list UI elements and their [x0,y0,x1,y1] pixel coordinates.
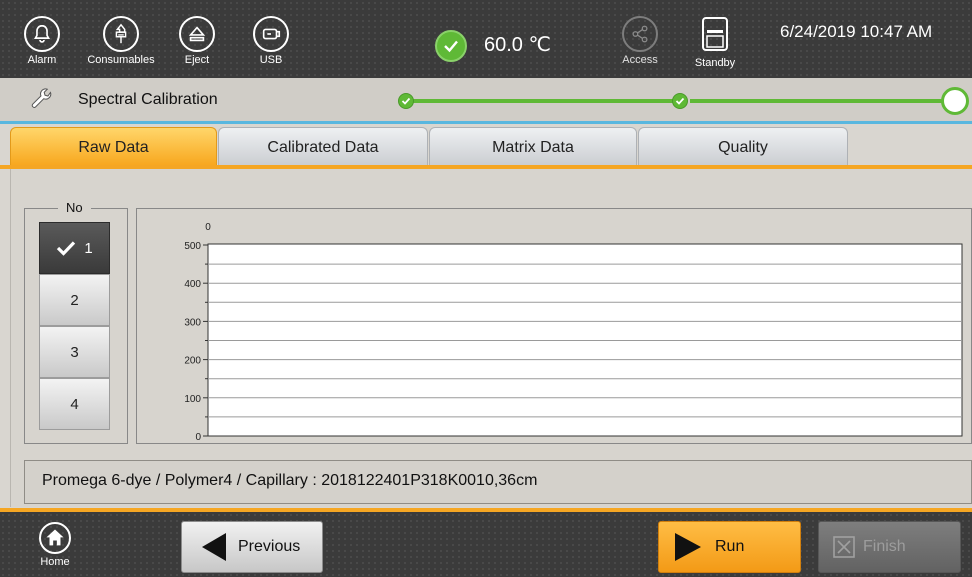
raw-data-chart: 0 100 200 300 400 500 0 [184,222,963,443]
share-icon [622,16,658,52]
y-tick-label: 400 [184,279,201,290]
consumables-button[interactable]: Consumables [84,16,158,74]
standby-icon [702,17,728,51]
consumables-icon [103,16,139,52]
alarm-button[interactable]: Alarm [5,16,79,74]
capillary-number: 1 [84,239,93,257]
alarm-label: Alarm [27,54,57,66]
tab-calibrated-data[interactable]: Calibrated Data [218,127,428,167]
previous-button[interactable]: Previous [181,521,323,573]
finish-label: Finish [863,538,906,555]
progress-line-1 [410,99,680,103]
wrench-icon [31,88,52,108]
temperature-readout: 60.0 ℃ [484,34,551,56]
home-button[interactable]: Home [30,522,80,577]
standby-label: Standby [694,57,736,69]
run-info-text: Promega 6-dye / Polymer4 / Capillary : 2… [42,472,538,489]
run-button[interactable]: Run [658,521,801,573]
finish-button[interactable]: Finish [818,521,961,573]
capillary-1-button[interactable]: 1 [39,222,110,274]
play-icon [675,533,701,561]
checkmark-icon [57,241,76,256]
capillary-number: 3 [70,343,79,361]
tab-quality[interactable]: Quality [638,127,848,167]
close-box-icon [833,536,855,558]
datetime-display: 6/24/2019 10:47 AM [780,22,933,41]
run-label: Run [715,538,745,555]
standby-button[interactable]: Standby [690,16,740,74]
progress-line-2 [690,99,944,103]
workflow-title: Spectral Calibration [78,91,218,108]
eject-label: Eject [184,54,210,66]
temperature-ok-icon [435,30,467,62]
y-tick-label: 300 [184,317,201,328]
y-tick-label: 500 [184,241,201,252]
workflow-bar: Spectral Calibration [0,78,972,124]
access-label: Access [622,54,658,66]
y-tick-label: 100 [184,394,201,405]
usb-icon [253,16,289,52]
eject-icon [179,16,215,52]
step-complete-check-icon [398,93,414,109]
consumables-label: Consumables [87,54,155,66]
access-button[interactable]: Access [603,16,677,74]
home-icon [39,522,71,554]
y-tick-label: 0 [195,432,201,443]
step-complete-check-icon [672,93,688,109]
capillary-number: 2 [70,291,79,309]
y-tick-label: 200 [184,356,201,367]
tab-matrix-data[interactable]: Matrix Data [429,127,637,167]
capillary-2-button[interactable]: 2 [39,274,110,326]
usb-button[interactable]: USB [234,16,308,74]
capillary-number: 4 [70,395,79,413]
capillary-group-legend: No [58,200,91,215]
x-tick-label: 0 [205,222,211,233]
tab-raw-data[interactable]: Raw Data [10,127,217,167]
home-label: Home [40,556,70,568]
previous-label: Previous [238,538,301,555]
step-current-indicator [941,87,969,115]
capillary-4-button[interactable]: 4 [39,378,110,430]
usb-label: USB [259,54,283,66]
capillary-3-button[interactable]: 3 [39,326,110,378]
tab-bar: Raw Data Calibrated Data Matrix Data Qua… [0,127,972,168]
arrow-left-icon [202,533,226,561]
eject-button[interactable]: Eject [160,16,234,74]
bell-icon [24,16,60,52]
